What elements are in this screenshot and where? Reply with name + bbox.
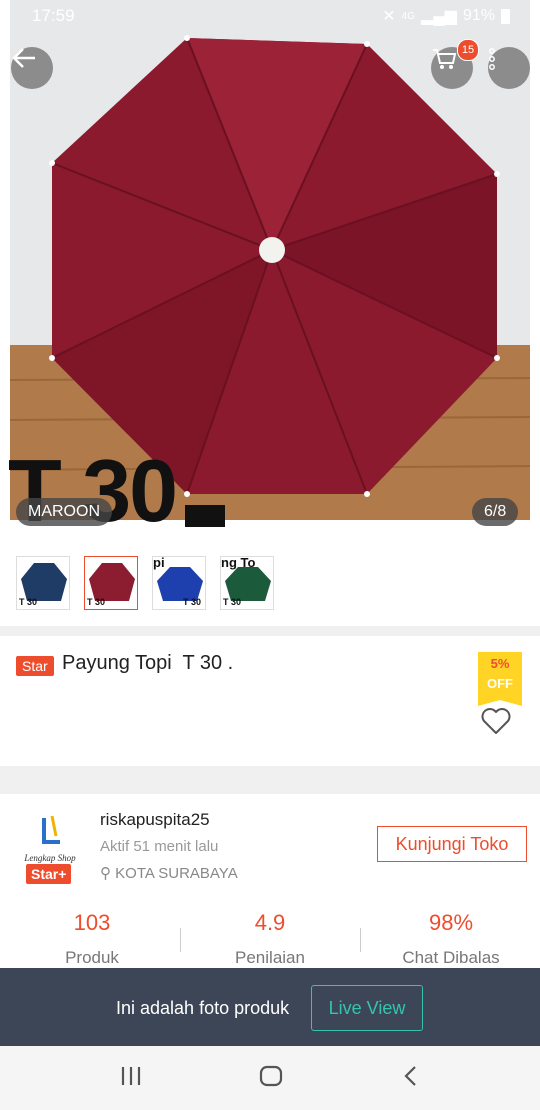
shop-section[interactable]: Lengkap Shop Star+ riskapuspita25 Aktif …: [0, 794, 540, 974]
home-icon[interactable]: [259, 1064, 283, 1088]
battery-icon: [501, 8, 510, 24]
back-button[interactable]: [11, 47, 53, 89]
product-image[interactable]: T 30 15 MAROON 6/8: [0, 0, 540, 540]
shop-logo[interactable]: Lengkap Shop: [16, 814, 84, 863]
visit-shop-button[interactable]: Kunjungi Toko: [377, 826, 527, 862]
shop-active-status: Aktif 51 menit lalu: [100, 838, 219, 855]
thumbnail-banner-text: pi: [153, 556, 165, 570]
shop-location: ⚲ KOTA SURABAYA: [100, 864, 238, 882]
heart-icon[interactable]: [481, 707, 511, 735]
more-options-button[interactable]: [488, 47, 530, 89]
more-vertical-icon: [489, 48, 495, 70]
status-bar: 17:59 ✕ 4G ▂▄▆ 91%: [0, 0, 540, 34]
thumbnail[interactable]: T 30: [16, 556, 70, 610]
image-page-indicator: 6/8: [472, 498, 519, 526]
cart-count-badge: 15: [457, 39, 479, 61]
live-view-banner: Ini adalah foto produk Live View: [0, 968, 540, 1046]
thumbnail-active[interactable]: T 30: [84, 556, 138, 610]
battery-percent: 91%: [462, 7, 495, 24]
stat-rating[interactable]: 4.9 Penilaian: [180, 910, 360, 968]
recent-apps-icon[interactable]: [120, 1064, 142, 1088]
mute-icon: ✕: [382, 8, 396, 25]
arrow-left-icon: [12, 48, 35, 68]
star-seller-tag: Star: [16, 656, 54, 676]
stat-value: 4.9: [254, 910, 286, 935]
stat-value: 98%: [428, 910, 474, 935]
thumbnail[interactable]: ng To T 30: [220, 556, 274, 610]
thumbnail-strip: T 30 T 30 pi T 30 ng To T 30: [0, 540, 540, 626]
location-pin-icon: ⚲: [100, 865, 111, 882]
stat-label: Chat Dibalas: [402, 948, 500, 967]
shop-location-text: KOTA SURABAYA: [115, 865, 238, 882]
network-label: 4G: [401, 10, 416, 22]
cart-icon: [433, 49, 457, 69]
discount-percent: 5%: [490, 656, 510, 671]
stat-label: Penilaian: [235, 948, 305, 967]
back-nav-icon[interactable]: [403, 1064, 419, 1088]
stat-label: Produk: [65, 948, 119, 967]
star-plus-badge: Star+: [26, 864, 72, 884]
color-variant-label: MAROON: [16, 498, 112, 526]
shop-logo-text: Lengkap Shop: [24, 853, 76, 863]
stat-value: 103: [73, 910, 111, 935]
shop-name[interactable]: riskapuspita25: [100, 810, 210, 830]
stat-chat-reply[interactable]: 98% Chat Dibalas: [361, 910, 540, 968]
thumbnail[interactable]: pi T 30: [152, 556, 206, 610]
live-view-text: Ini adalah foto produk: [116, 998, 290, 1018]
status-time: 17:59: [32, 6, 75, 25]
system-nav-bar: [0, 1046, 540, 1110]
thumbnail-banner-text: ng To: [221, 556, 256, 570]
shop-logo-mark: [42, 815, 60, 844]
stat-products[interactable]: 103 Produk: [2, 910, 182, 968]
discount-badge: 5% OFF: [478, 652, 522, 706]
signal-icon: ▂▄▆: [421, 8, 457, 25]
discount-label: OFF: [487, 676, 513, 691]
thumbnail-caption: T 30: [87, 597, 106, 607]
live-view-button[interactable]: Live View: [311, 985, 423, 1031]
product-title: Payung Topi T 30 .: [62, 652, 234, 674]
thumbnail-caption: T 30: [19, 597, 38, 607]
thumbnail-caption: T 30: [223, 597, 242, 607]
cart-button[interactable]: 15: [431, 39, 479, 89]
thumbnail-caption: T 30: [183, 597, 202, 607]
product-title-section: Star Payung Topi T 30 . 5% OFF: [0, 636, 540, 766]
